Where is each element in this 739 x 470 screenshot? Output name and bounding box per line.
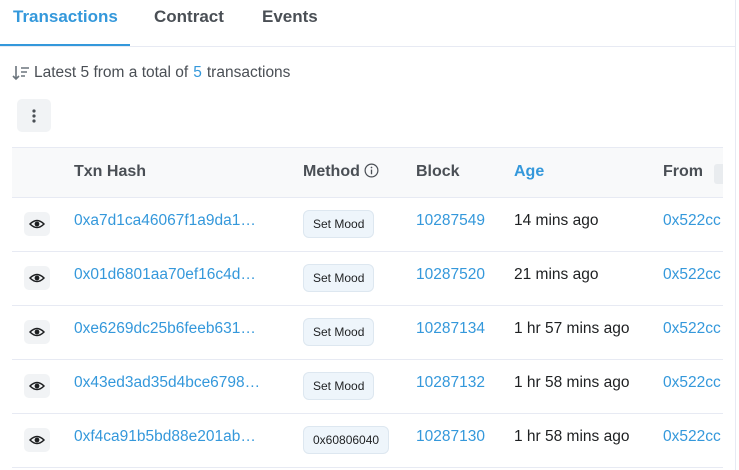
summary-suffix: transactions bbox=[206, 64, 291, 81]
view-details-button[interactable] bbox=[24, 266, 50, 290]
view-details-button[interactable] bbox=[24, 212, 50, 236]
summary-prefix: Latest 5 from a total of bbox=[34, 64, 189, 81]
method-badge: Set Mood bbox=[303, 264, 375, 292]
block-link[interactable]: 10287134 bbox=[416, 320, 485, 338]
table-row: 0xf4ca91b5bd88e201ab… 0x60806040 1028713… bbox=[12, 414, 723, 468]
txn-hash-link[interactable]: 0xf4ca91b5bd88e201ab… bbox=[74, 428, 278, 446]
method-badge: Set Mood bbox=[303, 372, 375, 400]
block-link[interactable]: 10287130 bbox=[416, 428, 485, 446]
tab-events[interactable]: Events bbox=[262, 7, 318, 27]
view-details-button[interactable] bbox=[24, 320, 50, 344]
from-address-link[interactable]: 0x522cc bbox=[663, 374, 723, 392]
age-value: 1 hr 57 mins ago bbox=[514, 320, 630, 337]
header-method: Method bbox=[303, 163, 379, 181]
info-circle-icon[interactable] bbox=[364, 163, 379, 178]
age-value: 1 hr 58 mins ago bbox=[514, 374, 630, 391]
from-address-link[interactable]: 0x522cc bbox=[663, 212, 723, 230]
view-details-button[interactable] bbox=[24, 428, 50, 452]
active-tab-indicator bbox=[0, 44, 130, 46]
table-header: Txn Hash Method Block Age From bbox=[12, 147, 723, 198]
tab-bar: Transactions Contract Events bbox=[0, 0, 735, 47]
eye-icon bbox=[29, 219, 45, 229]
method-badge: Set Mood bbox=[303, 318, 375, 346]
from-address-link[interactable]: 0x522cc bbox=[663, 428, 723, 446]
age-value: 1 hr 58 mins ago bbox=[514, 428, 630, 445]
transactions-table: Txn Hash Method Block Age From 0xa7d1ca4… bbox=[12, 147, 723, 470]
txn-hash-link[interactable]: 0x01d6801aa70ef16c4d… bbox=[74, 266, 278, 284]
summary-count: 5 bbox=[193, 64, 202, 81]
txn-hash-link[interactable]: 0xa7d1ca46067f1a9da1… bbox=[74, 212, 278, 230]
block-link[interactable]: 10287520 bbox=[416, 266, 485, 284]
more-options-button[interactable] bbox=[17, 99, 51, 132]
from-address-link[interactable]: 0x522cc bbox=[663, 320, 723, 338]
sort-descending-icon bbox=[12, 66, 29, 81]
table-row: 0x01d6801aa70ef16c4d… Set Mood 10287520 … bbox=[12, 252, 723, 306]
header-txn-hash: Txn Hash bbox=[74, 163, 147, 180]
tab-contract[interactable]: Contract bbox=[154, 7, 224, 27]
header-method-label: Method bbox=[303, 163, 360, 180]
txn-hash-link[interactable]: 0x43ed3ad35d4bce6798… bbox=[74, 374, 278, 392]
header-from: From bbox=[663, 163, 703, 180]
eye-icon bbox=[29, 381, 45, 391]
method-badge: Set Mood bbox=[303, 210, 375, 238]
header-block: Block bbox=[416, 163, 460, 180]
eye-icon bbox=[29, 435, 45, 445]
vertical-ellipsis-icon bbox=[32, 108, 36, 123]
eye-icon bbox=[29, 273, 45, 283]
transactions-summary: Latest 5 from a total of 5 transactions bbox=[12, 64, 290, 82]
age-value: 14 mins ago bbox=[514, 212, 599, 229]
table-row: 0xe6269dc25b6feeb631… Set Mood 10287134 … bbox=[12, 306, 723, 360]
from-address-link[interactable]: 0x522cc bbox=[663, 266, 723, 284]
table-row: 0x43ed3ad35d4bce6798… Set Mood 10287132 … bbox=[12, 360, 723, 414]
age-value: 21 mins ago bbox=[514, 266, 599, 283]
txn-hash-link[interactable]: 0xe6269dc25b6feeb631… bbox=[74, 320, 278, 338]
eye-icon bbox=[29, 327, 45, 337]
block-link[interactable]: 10287549 bbox=[416, 212, 485, 230]
block-link[interactable]: 10287132 bbox=[416, 374, 485, 392]
from-filter-button[interactable] bbox=[714, 164, 723, 184]
method-badge: 0x60806040 bbox=[303, 426, 390, 454]
panel-divider bbox=[735, 0, 736, 470]
tab-transactions[interactable]: Transactions bbox=[13, 7, 118, 27]
table-row: 0xa7d1ca46067f1a9da1… Set Mood 10287549 … bbox=[12, 198, 723, 252]
header-age[interactable]: Age bbox=[514, 163, 544, 181]
view-details-button[interactable] bbox=[24, 374, 50, 398]
